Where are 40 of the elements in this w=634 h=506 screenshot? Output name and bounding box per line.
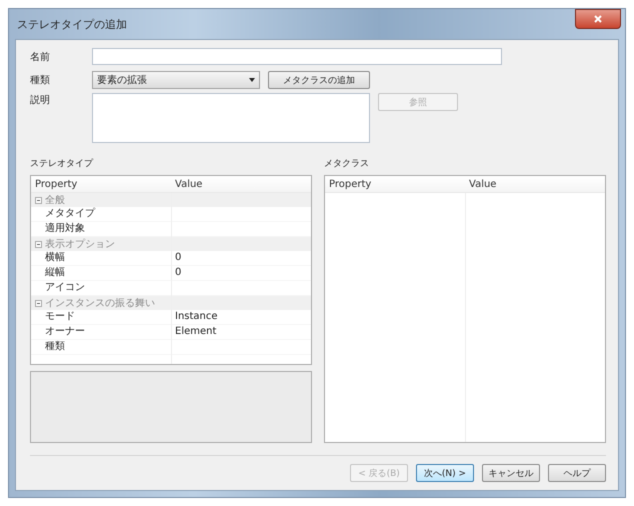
close-icon [594, 15, 602, 23]
property-value: Instance [175, 311, 218, 322]
column-header[interactable]: Property [31, 178, 171, 190]
property-name: 種類 [45, 341, 65, 352]
dialog-button[interactable]: キャンセル [482, 464, 540, 482]
section-title: メタクラス [324, 158, 370, 169]
section-title: ステレオタイプ [30, 157, 94, 169]
close-button[interactable] [575, 9, 621, 29]
property-name: モード [45, 311, 75, 322]
dialog-button[interactable]: 次へ(N) > [416, 464, 474, 482]
property-value: Element [175, 326, 216, 337]
window-title: ステレオタイプの追加 [17, 16, 127, 32]
collapse-icon[interactable] [35, 300, 42, 306]
column-header[interactable]: Value [465, 178, 605, 190]
type-dropdown[interactable]: 要素の拡張 [92, 71, 260, 89]
category-label: インスタンスの振る舞い [45, 297, 155, 310]
collapse-icon[interactable] [35, 240, 42, 248]
property-name: アイコン [45, 282, 85, 293]
field-label: 説明 [30, 94, 51, 107]
property-grid[interactable]: Property Value 全般 メタタイプ 適用対象 表示オプション 横幅 0 縦幅 0 アイコン インスタンスの振る舞い モード Instance オーナー Element 種類 [30, 175, 312, 365]
property-name: 横幅 [45, 252, 65, 263]
property-name: メタタイプ [45, 208, 95, 219]
property-name: 適用対象 [45, 223, 85, 234]
caret-icon [249, 78, 255, 82]
property-name: 縦幅 [45, 267, 65, 278]
field-label: 種類 [30, 74, 51, 87]
property-value: 0 [175, 267, 182, 278]
property-name: オーナー [45, 326, 85, 337]
column-header[interactable]: Property [325, 178, 465, 190]
add-metaclass-button[interactable]: メタクラスの追加 [268, 71, 370, 89]
description-field[interactable] [92, 93, 370, 143]
property-value: 0 [175, 252, 182, 263]
dialog-button[interactable]: ヘルプ [548, 464, 606, 482]
category-label: 全般 [45, 194, 65, 207]
category-label: 表示オプション [45, 238, 115, 251]
property-grid[interactable]: Property Value [324, 175, 606, 443]
collapse-icon[interactable] [35, 196, 42, 204]
name-field[interactable] [92, 48, 502, 65]
column-header[interactable]: Value [171, 178, 311, 190]
field-label: 名前 [30, 50, 51, 64]
